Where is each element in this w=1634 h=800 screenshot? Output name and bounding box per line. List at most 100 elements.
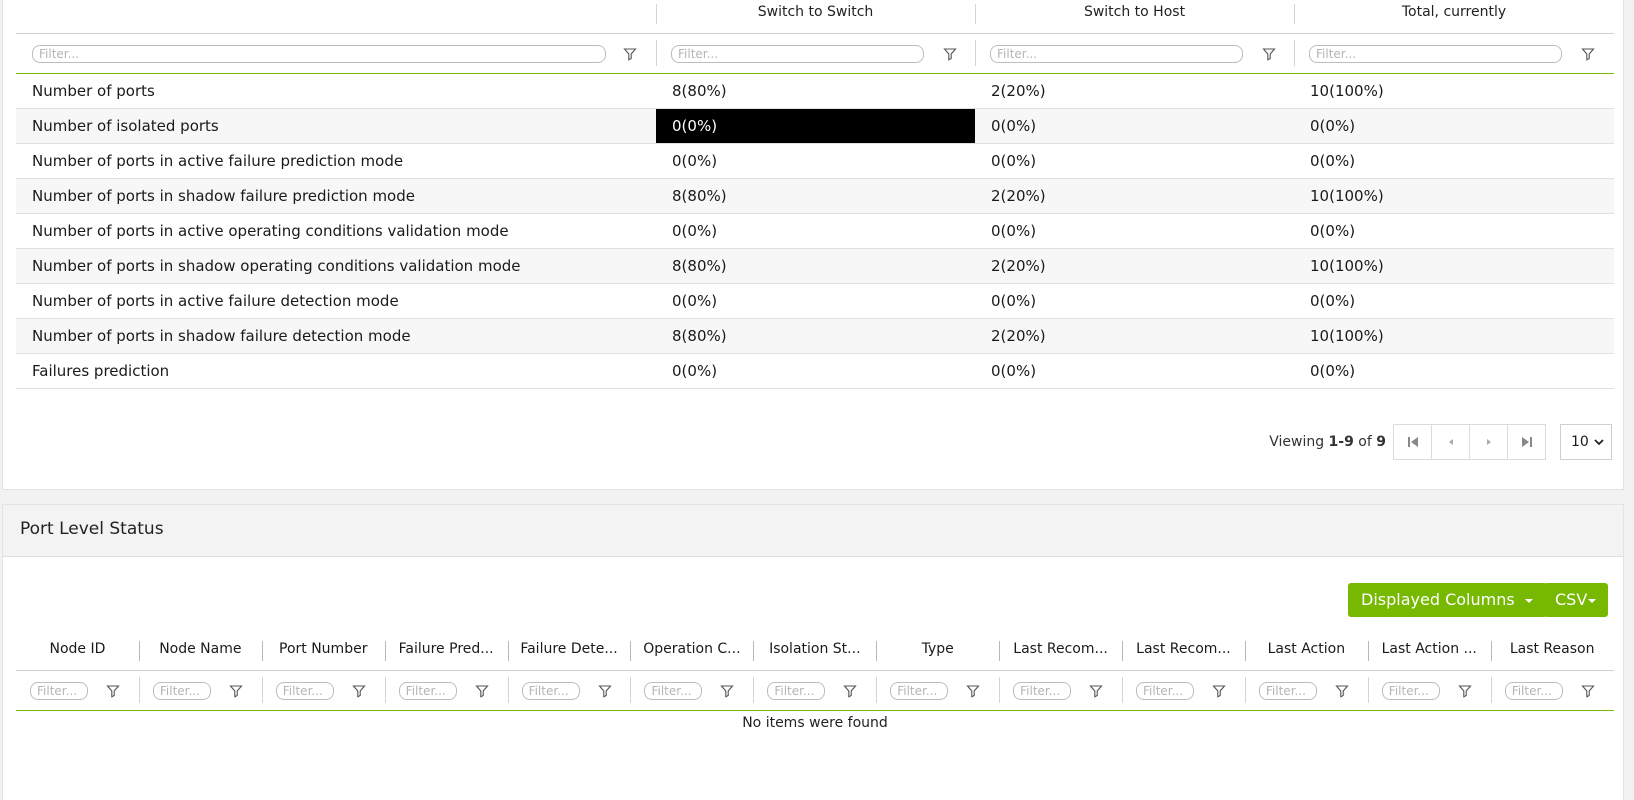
header-total-currently[interactable]: Total, currently [1294, 0, 1614, 33]
column-header[interactable]: Type [876, 633, 999, 670]
header-switch-to-host[interactable]: Switch to Host [975, 0, 1294, 33]
filter-input[interactable]: Filter... [671, 44, 924, 63]
column-header[interactable]: Node Name [138, 633, 262, 670]
filter-input[interactable]: Filter... [152, 681, 211, 700]
filter-input[interactable]: Filter... [1504, 681, 1563, 700]
column-header[interactable]: Failure Dete... [507, 633, 631, 670]
row-value[interactable]: 0(0%) [975, 354, 1294, 388]
filter-input[interactable]: Filter... [1381, 681, 1440, 700]
row-value[interactable]: 0(0%) [656, 214, 975, 248]
row-value[interactable]: 10(100%) [1294, 319, 1614, 353]
column-header[interactable]: Port Number [261, 633, 385, 670]
row-value[interactable]: 0(0%) [975, 109, 1294, 143]
filter-input[interactable]: Filter... [398, 681, 457, 700]
filter-icon[interactable] [106, 684, 120, 698]
filter-input[interactable]: Filter... [890, 681, 949, 700]
last-page-button[interactable] [1507, 424, 1546, 460]
row-value[interactable]: 10(100%) [1294, 179, 1614, 213]
pagination: Viewing 1-9 of 9 10 [1269, 424, 1612, 460]
filter-input[interactable]: Filter... [521, 681, 580, 700]
summary-row[interactable]: Number of ports in active operating cond… [16, 214, 1614, 249]
page-size-select[interactable]: 10 [1560, 424, 1612, 460]
column-header[interactable]: Node ID [16, 633, 139, 670]
row-value[interactable]: 0(0%) [656, 109, 975, 143]
filter-icon[interactable] [623, 47, 637, 61]
filter-input[interactable]: Filter... [32, 44, 606, 63]
filter-input[interactable]: Filter... [644, 681, 703, 700]
column-header[interactable]: Failure Pred... [384, 633, 508, 670]
header-switch-to-switch[interactable]: Switch to Switch [656, 0, 975, 33]
row-value[interactable]: 0(0%) [1294, 144, 1614, 178]
summary-row[interactable]: Failures prediction 0(0%) 0(0%) 0(0%) [16, 354, 1614, 389]
filter-icon[interactable] [1212, 684, 1226, 698]
row-value[interactable]: 0(0%) [656, 144, 975, 178]
filter-input[interactable]: Filter... [767, 681, 826, 700]
summary-row[interactable]: Number of ports in shadow failure detect… [16, 319, 1614, 354]
column-header[interactable]: Last Action [1244, 633, 1368, 670]
column-header[interactable]: Last Reason [1490, 633, 1614, 670]
csv-button[interactable]: CSV [1544, 583, 1609, 617]
filter-icon[interactable] [229, 684, 243, 698]
filter-icon[interactable] [966, 684, 980, 698]
next-page-button[interactable] [1469, 424, 1508, 460]
viewing-status: Viewing 1-9 of 9 [1269, 434, 1386, 450]
filter-icon[interactable] [1581, 47, 1595, 61]
filter-input[interactable]: Filter... [1309, 44, 1562, 63]
row-value[interactable]: 8(80%) [656, 74, 975, 108]
filter-input[interactable]: Filter... [30, 681, 88, 700]
row-value[interactable]: 0(0%) [1294, 284, 1614, 318]
filter-cell: Filter... [975, 34, 1294, 73]
row-value[interactable]: 2(20%) [975, 74, 1294, 108]
first-page-button[interactable] [1393, 424, 1432, 460]
row-value[interactable]: 10(100%) [1294, 74, 1614, 108]
row-value[interactable]: 0(0%) [975, 214, 1294, 248]
summary-row[interactable]: Number of isolated ports 0(0%) 0(0%) 0(0%) [16, 109, 1614, 144]
filter-icon[interactable] [720, 684, 735, 698]
summary-row[interactable]: Number of ports 8(80%) 2(20%) 10(100%) [16, 74, 1614, 109]
filter-input[interactable]: Filter... [990, 44, 1243, 63]
column-header[interactable]: Last Action ... [1367, 633, 1491, 670]
row-value[interactable]: 0(0%) [656, 354, 975, 388]
summary-row[interactable]: Number of ports in shadow failure predic… [16, 179, 1614, 214]
summary-row[interactable]: Number of ports in shadow operating cond… [16, 249, 1614, 284]
row-value[interactable]: 0(0%) [1294, 354, 1614, 388]
summary-row[interactable]: Number of ports in active failure predic… [16, 144, 1614, 179]
row-value[interactable]: 2(20%) [975, 319, 1294, 353]
filter-input[interactable]: Filter... [1013, 681, 1072, 700]
filter-input[interactable]: Filter... [1136, 681, 1195, 700]
row-value[interactable]: 2(20%) [975, 179, 1294, 213]
filter-icon[interactable] [474, 684, 489, 698]
csv-label: CSV [1555, 590, 1588, 609]
row-value[interactable]: 0(0%) [1294, 109, 1614, 143]
filter-icon[interactable] [1458, 684, 1472, 698]
filter-input[interactable]: Filter... [275, 681, 334, 700]
column-header[interactable]: Operation C... [630, 633, 753, 670]
summary-row[interactable]: Number of ports in active failure detect… [16, 284, 1614, 319]
filter-icon[interactable] [1580, 684, 1595, 698]
filter-input[interactable]: Filter... [1258, 681, 1317, 700]
row-value[interactable]: 0(0%) [1294, 214, 1614, 248]
caret-down-icon [1588, 599, 1597, 603]
row-value[interactable]: 0(0%) [975, 284, 1294, 318]
row-value[interactable]: 10(100%) [1294, 249, 1614, 283]
row-value[interactable]: 0(0%) [975, 144, 1294, 178]
row-value[interactable]: 0(0%) [656, 284, 975, 318]
last-page-icon [1521, 437, 1532, 447]
column-header[interactable]: Last Recom... [999, 633, 1122, 670]
filter-icon[interactable] [1335, 684, 1349, 698]
previous-page-button[interactable] [1431, 424, 1470, 460]
filter-icon[interactable] [843, 684, 858, 698]
column-header[interactable]: Last Recom... [1122, 633, 1245, 670]
filter-icon[interactable] [597, 684, 612, 698]
row-value[interactable]: 2(20%) [975, 249, 1294, 283]
filter-icon[interactable] [352, 684, 366, 698]
row-value[interactable]: 8(80%) [656, 319, 975, 353]
displayed-columns-button[interactable]: Displayed Columns [1348, 583, 1547, 617]
port-level-filter-row: Filter... Filter... Filter... Filter... Filt… [16, 671, 1614, 711]
filter-icon[interactable] [1262, 47, 1276, 61]
row-value[interactable]: 8(80%) [656, 249, 975, 283]
filter-icon[interactable] [943, 47, 957, 61]
filter-icon[interactable] [1089, 684, 1103, 698]
row-value[interactable]: 8(80%) [656, 179, 975, 213]
column-header[interactable]: Isolation St... [753, 633, 876, 670]
